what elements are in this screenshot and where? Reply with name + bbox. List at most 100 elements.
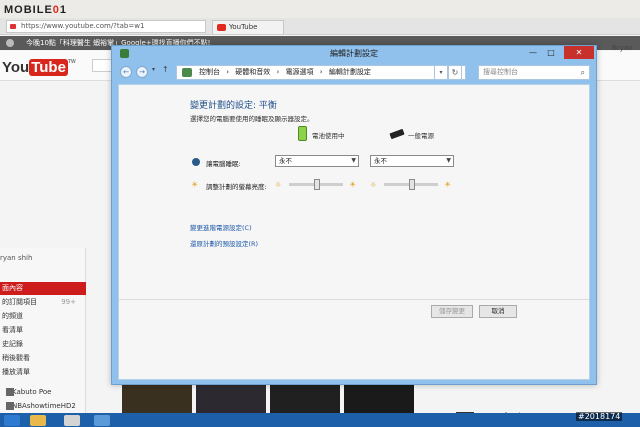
logo-you: You bbox=[2, 59, 30, 76]
breadcrumb-sep: › bbox=[226, 68, 230, 76]
plug-icon bbox=[389, 128, 405, 140]
sleep-battery-select[interactable]: 永不 ▼ bbox=[275, 155, 359, 167]
video-thumbnail[interactable] bbox=[270, 383, 340, 413]
chrome-icon[interactable] bbox=[64, 415, 80, 426]
divider bbox=[119, 299, 589, 300]
browser-tabbar: https://www.youtube.com/?tab=w1 YouTube bbox=[0, 18, 640, 35]
page-title: 變更計劃的設定: 平衡 bbox=[190, 101, 277, 111]
search-placeholder: 搜尋控制台 bbox=[483, 68, 518, 76]
bright-sun-icon: ☀ bbox=[349, 180, 357, 189]
sidebar-item-label: 稍後觀看 bbox=[2, 354, 30, 362]
video-thumbnail[interactable] bbox=[196, 383, 266, 413]
sidebar-item-label: 的頻道 bbox=[2, 312, 23, 320]
video-thumbnails bbox=[122, 383, 422, 413]
youtube-logo[interactable]: You Tube TW bbox=[2, 59, 76, 76]
power-plan-window: 編輯計劃設定 — □ ✕ ← → ▾ ↑ 控制台 › 硬體和音效 › 電源選項 … bbox=[111, 45, 597, 385]
sidebar-item[interactable]: 面內容 bbox=[0, 282, 86, 295]
sidebar-item[interactable]: 播放清單 bbox=[0, 366, 86, 379]
sidebar-item-label: 面內容 bbox=[2, 284, 23, 292]
subscription-item[interactable]: Kabuto Poe bbox=[0, 386, 86, 399]
tab-youtube[interactable]: YouTube bbox=[212, 20, 284, 34]
photo-id: #2018174 bbox=[576, 412, 623, 421]
user-name[interactable]: Bryan bbox=[612, 44, 633, 52]
refresh-icon[interactable]: ↻ bbox=[448, 65, 462, 80]
brightness-label: 調整計劃的螢幕亮度: bbox=[206, 183, 267, 191]
breadcrumb-item[interactable]: 硬體和音效 bbox=[235, 68, 270, 76]
sidebar-item[interactable]: 看清單 bbox=[0, 324, 86, 337]
navigation-bar: ← → ▾ ↑ 控制台 › 硬體和音效 › 電源選項 › 編輯計劃設定 ▾ ↻ … bbox=[118, 64, 590, 81]
sleep-battery-value: 永不 bbox=[279, 157, 292, 165]
youtube-favicon-icon bbox=[217, 24, 226, 31]
back-button[interactable]: ← bbox=[120, 66, 132, 78]
chevron-down-icon: ▼ bbox=[446, 157, 451, 164]
minimize-button[interactable]: — bbox=[526, 46, 540, 59]
advanced-settings-link[interactable]: 變更進階電源設定(C) bbox=[190, 222, 252, 232]
tab-title: YouTube bbox=[229, 23, 258, 31]
breadcrumb-sep: › bbox=[276, 68, 280, 76]
video-thumbnail[interactable] bbox=[122, 383, 192, 413]
logo-region: TW bbox=[67, 59, 76, 65]
breadcrumb-item[interactable]: 電源選項 bbox=[286, 68, 314, 76]
maximize-button[interactable]: □ bbox=[540, 46, 562, 59]
forward-button[interactable]: → bbox=[136, 66, 148, 78]
address-bar[interactable]: https://www.youtube.com/?tab=w1 bbox=[6, 20, 206, 33]
sidebar-user[interactable]: ryan shih bbox=[0, 254, 32, 262]
restore-defaults-link[interactable]: 還原計劃的預設設定(R) bbox=[190, 238, 258, 248]
brightness-battery-slider[interactable] bbox=[289, 179, 343, 190]
brightness-plugged-slider[interactable] bbox=[384, 179, 438, 190]
sidebar-item[interactable]: 的頻道 bbox=[0, 310, 86, 323]
breadcrumb-sep: › bbox=[319, 68, 323, 76]
bright-sun-icon: ☀ bbox=[444, 180, 452, 189]
subscription-item[interactable]: NBAshowtimeHD2 bbox=[0, 400, 86, 413]
up-button[interactable]: ↑ bbox=[162, 65, 169, 74]
chevron-down-icon: ▼ bbox=[351, 157, 356, 164]
brightness-sun-icon: ☀ bbox=[191, 180, 199, 189]
sidebar-item-label: 看清單 bbox=[2, 326, 23, 334]
sidebar-item[interactable]: 稍後觀看 bbox=[0, 352, 86, 365]
address-text: https://www.youtube.com/?tab=w1 bbox=[21, 22, 145, 30]
battery-icon bbox=[298, 126, 307, 141]
subscription-label: NBAshowtimeHD2 bbox=[12, 402, 76, 410]
gear-icon[interactable] bbox=[6, 39, 14, 47]
channel-avatar bbox=[6, 388, 14, 396]
history-dropdown[interactable]: ▾ bbox=[152, 66, 155, 73]
youtube-sidebar: ryan shih 面內容的訂閱項目 99+ 的頻道看清單史記錄稍後觀看播放清單 Ka… bbox=[0, 248, 86, 427]
taskbar bbox=[0, 413, 640, 427]
settings-panel: 變更計劃的設定: 平衡 選擇您的電腦要使用的睡眠及顯示器設定。 電池使用中 一般… bbox=[118, 84, 590, 380]
breadcrumb-item[interactable]: 控制台 bbox=[199, 68, 220, 76]
save-button[interactable]: 儲存變更 bbox=[431, 305, 473, 318]
window-title: 編輯計劃設定 bbox=[330, 49, 378, 58]
control-panel-icon[interactable] bbox=[94, 415, 110, 426]
search-icon[interactable]: ⌕ bbox=[581, 66, 585, 79]
https-lock-icon bbox=[10, 24, 16, 29]
sidebar-item-label: 播放清單 bbox=[2, 368, 30, 376]
close-button[interactable]: ✕ bbox=[564, 46, 594, 59]
sidebar-item[interactable]: 史記錄 bbox=[0, 338, 86, 351]
plugged-column-header: 一般電源 bbox=[408, 132, 434, 140]
watermark-logo: MOBILE01 bbox=[4, 4, 68, 16]
logo-tube: Tube bbox=[29, 59, 68, 76]
slider-thumb[interactable] bbox=[314, 179, 320, 190]
sleep-label: 讓電腦睡眠: bbox=[206, 160, 241, 168]
dim-sun-icon: ☼ bbox=[275, 181, 282, 189]
search-input[interactable]: 搜尋控制台 ⌕ bbox=[478, 65, 590, 80]
sidebar-item[interactable]: 的訂閱項目 99+ bbox=[0, 296, 86, 309]
sleep-plugged-value: 永不 bbox=[374, 157, 387, 165]
sidebar-item-label: 的訂閱項目 bbox=[2, 298, 37, 306]
subscription-label: Kabuto Poe bbox=[12, 388, 52, 396]
page-subtitle: 選擇您的電腦要使用的睡眠及顯示器設定。 bbox=[190, 115, 314, 123]
sleep-moon-icon bbox=[192, 158, 200, 166]
breadcrumb-item[interactable]: 編輯計劃設定 bbox=[329, 68, 371, 76]
folder-icon[interactable] bbox=[30, 415, 46, 426]
cancel-button[interactable]: 取消 bbox=[479, 305, 517, 318]
battery-column-header: 電池使用中 bbox=[312, 132, 345, 140]
sidebar-item-label: 史記錄 bbox=[2, 340, 23, 348]
screen: https://www.youtube.com/?tab=w1 YouTube … bbox=[0, 0, 640, 427]
channel-avatar bbox=[6, 402, 14, 410]
slider-thumb[interactable] bbox=[409, 179, 415, 190]
breadcrumb[interactable]: 控制台 › 硬體和音效 › 電源選項 › 編輯計劃設定 bbox=[176, 65, 466, 80]
sleep-plugged-select[interactable]: 永不 ▼ bbox=[370, 155, 454, 167]
breadcrumb-dropdown-icon[interactable]: ▾ bbox=[434, 65, 448, 80]
ie-icon[interactable] bbox=[4, 415, 20, 426]
video-thumbnail[interactable] bbox=[344, 383, 414, 413]
